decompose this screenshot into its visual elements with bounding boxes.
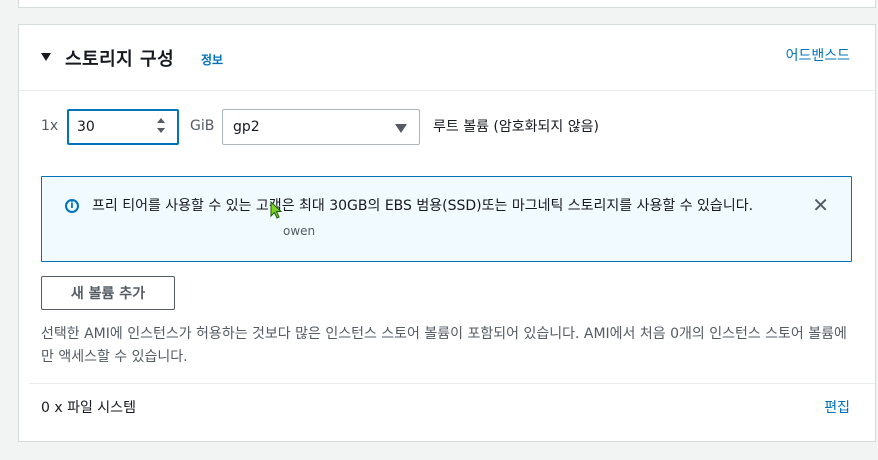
file-systems-label: 0 x 파일 시스템 bbox=[41, 400, 136, 416]
volume-type-value: gp2 bbox=[233, 119, 260, 135]
panel-header: 스토리지 구성 정보 어드밴스드 bbox=[19, 25, 875, 91]
advanced-link[interactable]: 어드밴스드 bbox=[786, 45, 850, 65]
collapse-caret-icon[interactable] bbox=[41, 53, 51, 61]
add-volume-button[interactable]: 새 볼륨 추가 bbox=[41, 276, 175, 310]
close-icon[interactable]: ✕ bbox=[812, 195, 829, 215]
alert-message: 프리 티어를 사용할 수 있는 고객은 최대 30GB의 EBS 범용(SSD)… bbox=[92, 198, 754, 214]
cursor-user-label: owen bbox=[283, 224, 316, 238]
volume-size-input[interactable] bbox=[77, 117, 147, 137]
info-icon: i bbox=[65, 199, 79, 213]
free-tier-info-alert: i 프리 티어를 사용할 수 있는 고객은 최대 30GB의 EBS 범용(SS… bbox=[41, 176, 852, 262]
increment-icon[interactable] bbox=[157, 118, 165, 123]
mouse-cursor-icon bbox=[270, 201, 283, 219]
section-title: 스토리지 구성 bbox=[65, 49, 175, 70]
previous-panel-edge bbox=[18, 0, 876, 8]
stepper-arrows[interactable] bbox=[157, 118, 167, 136]
section-divider bbox=[29, 383, 875, 384]
instance-store-description: 선택한 AMI에 인스턴스가 허용하는 것보다 많은 인스턴스 스토어 볼륨이 … bbox=[41, 326, 847, 365]
edit-file-systems-link[interactable]: 편집 bbox=[824, 397, 850, 417]
storage-config-panel: 스토리지 구성 정보 어드밴스드 1x GiB gp2 루트 볼륨 (암호화되지… bbox=[18, 24, 876, 442]
volume-type-select[interactable]: gp2 bbox=[222, 109, 420, 145]
dropdown-caret-icon bbox=[395, 124, 407, 133]
size-unit-label: GiB bbox=[190, 118, 215, 134]
root-volume-row: 1x GiB gp2 루트 볼륨 (암호화되지 않음) bbox=[19, 107, 875, 147]
volume-count-label: 1x bbox=[41, 118, 59, 134]
info-link[interactable]: 정보 bbox=[201, 51, 223, 68]
decrement-icon[interactable] bbox=[157, 128, 165, 133]
volume-size-stepper[interactable] bbox=[67, 109, 179, 145]
root-volume-label: 루트 볼륨 (암호화되지 않음) bbox=[433, 119, 599, 135]
